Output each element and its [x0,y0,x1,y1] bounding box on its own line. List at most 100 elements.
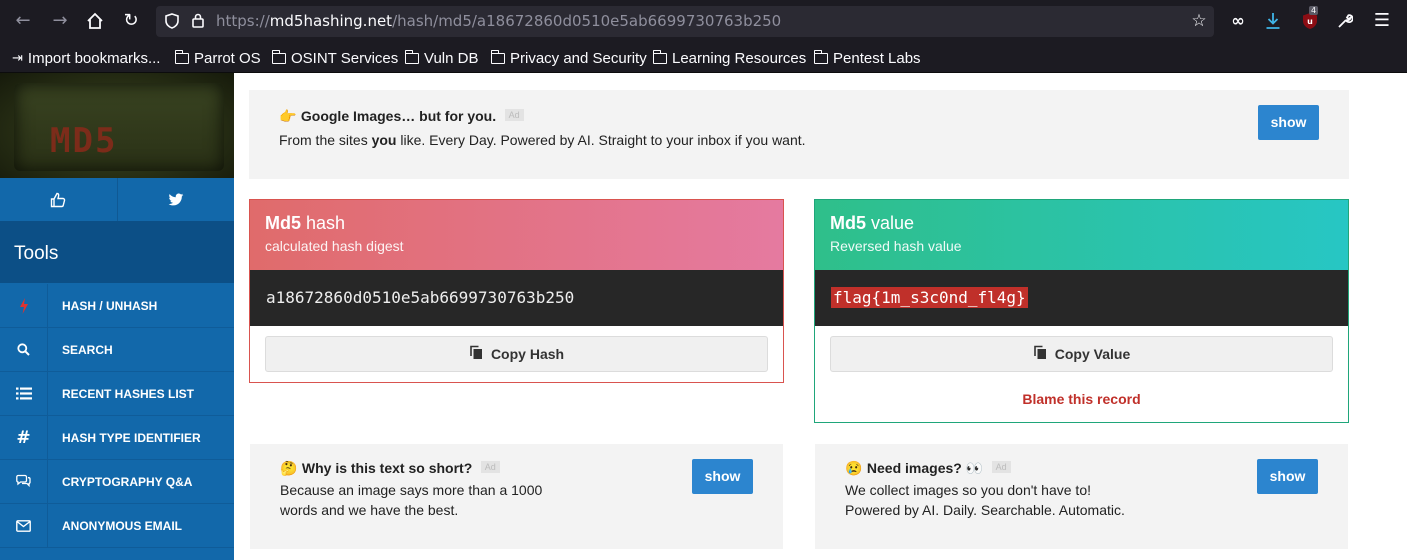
bookmarks-bar: ⇥ Import bookmarks... Parrot OS OSINT Ser… [0,42,1407,73]
value-card: Md5 value Reversed hash value flag{1m_s3… [814,199,1349,423]
search-icon [0,327,48,372]
bookmark-vuln-db[interactable]: Vuln DB [404,48,479,68]
svg-text:u: u [1307,17,1313,26]
ad-body-text: From the sites [279,132,372,148]
copy-icon [469,345,483,363]
show-button[interactable]: show [1257,459,1318,494]
reversed-value[interactable]: flag{1m_s3c0nd_fl4g} [831,287,1028,308]
bookmark-privacy-security[interactable]: Privacy and Security [490,48,647,68]
bookmark-pentest-labs[interactable]: Pentest Labs [813,48,921,68]
sidebar-item-label: ANONYMOUS EMAIL [62,518,182,533]
bookmark-label: Pentest Labs [833,49,921,67]
ad-tag: Ad [504,109,524,121]
value-card-title-bold: Md5 [830,213,866,233]
ad-heading: 👉 Google Images… but for you. Ad [279,108,524,126]
twitter-bird-icon[interactable] [118,178,235,221]
url-scheme: https:// [216,12,270,30]
ad-body: We collect images so you don't have to! … [845,480,1125,520]
lock-icon[interactable] [188,11,208,31]
bookmark-learning-resources[interactable]: Learning Resources [652,48,807,68]
logo-screen [14,83,224,171]
wrench-icon[interactable] [1332,8,1358,34]
show-button[interactable]: show [692,459,753,494]
forward-arrow-icon[interactable]: → [47,8,73,34]
private-mask-icon[interactable]: ∞ [1225,8,1251,34]
bookmark-label: Privacy and Security [510,49,647,67]
sidebar-item-anonymous-email[interactable]: ANONYMOUS EMAIL [0,503,234,548]
hamburger-menu-icon[interactable]: ☰ [1369,8,1395,34]
reversed-value-box: flag{1m_s3c0nd_fl4g} [815,270,1348,326]
copy-hash-button[interactable]: Copy Hash [265,336,768,372]
hash-card-title: hash [301,213,346,233]
url-host: md5hashing.net [269,12,393,30]
ad-body-line: words and we have the best. [280,502,459,518]
ad-tag: Ad [991,461,1011,473]
folder-icon [652,49,667,64]
bookmark-parrot-os[interactable]: Parrot OS [174,48,261,68]
sidebar-nav: HASH / UNHASH SEARCH RECENT HASHES LIST … [0,283,234,548]
site-logo[interactable]: MD5 [0,73,234,178]
ad-banner-right: 😢 Need images? 👀 Ad We collect images so… [815,444,1348,549]
hash-value-box: a18672860d0510e5ab6699730763b250 [250,270,783,326]
browser-toolbar: ← → ↻ https://md5hashing.net/hash/md5/a1… [0,0,1407,42]
bookmark-label: Vuln DB [424,49,479,67]
home-icon[interactable] [82,8,108,34]
ad-body: From the sites you like. Every Day. Powe… [279,130,806,150]
blame-record-link[interactable]: Blame this record [815,391,1348,407]
bookmark-osint-services[interactable]: OSINT Services [271,48,399,68]
sidebar-item-recent-hashes[interactable]: RECENT HASHES LIST [0,371,234,416]
url-text[interactable]: https://md5hashing.net/hash/md5/a1867286… [216,12,781,30]
ad-tag: Ad [480,461,500,473]
shield-icon[interactable] [162,11,182,31]
ad-body-bold: you [371,132,397,148]
ad-body-text: like. Every Day. Powered by AI. Straight… [396,132,806,148]
download-icon[interactable] [1260,8,1286,34]
copy-value-button[interactable]: Copy Value [830,336,1333,372]
lightning-icon [0,283,48,328]
sidebar-item-search[interactable]: SEARCH [0,327,234,372]
ad-banner-left: 🤔 Why is this text so short? Ad Because … [250,444,783,549]
ad-title: Need images? 👀 [866,460,984,476]
sidebar-item-hash-unhash[interactable]: HASH / UNHASH [0,283,234,328]
hash-card-header: Md5 hash calculated hash digest [250,200,783,270]
bookmark-label: Parrot OS [194,49,261,67]
show-button[interactable]: show [1258,105,1319,140]
back-arrow-icon[interactable]: ← [10,8,36,34]
value-card-title: value [866,213,915,233]
sidebar: MD5 Tools HASH / UNHASH SEARCH RECENT HA [0,73,234,560]
bookmark-label: OSINT Services [291,49,399,67]
folder-icon [404,49,419,64]
tools-heading: Tools [0,221,234,283]
extension-badge: 4 [1309,6,1319,15]
ad-title: Google Images… but for you. [300,108,497,124]
chat-icon [0,459,48,504]
ad-emoji: 👉 [279,108,297,124]
bookmark-label: Learning Resources [672,49,807,67]
list-icon [0,371,48,416]
copy-hash-label: Copy Hash [490,346,565,362]
bookmark-star-icon[interactable]: ☆ [1189,11,1209,31]
ad-banner-top: 👉 Google Images… but for you. Ad From th… [249,90,1349,179]
sidebar-item-hash-type-identifier[interactable]: # HASH TYPE IDENTIFIER [0,415,234,460]
hash-card-subtitle: calculated hash digest [265,238,404,254]
bookmark-import[interactable]: ⇥ Import bookmarks... [12,48,160,68]
like-thumbs-up-icon[interactable] [0,178,118,221]
hash-value[interactable]: a18672860d0510e5ab6699730763b250 [266,288,574,307]
ad-emoji: 🤔 [280,460,298,476]
sidebar-item-label: RECENT HASHES LIST [62,386,195,401]
sidebar-item-label: HASH / UNHASH [62,298,158,313]
social-bar [0,178,234,221]
hashtag-icon: # [0,415,48,460]
ad-body: Because an image says more than a 1000 w… [280,480,542,520]
reload-icon[interactable]: ↻ [118,8,144,34]
url-bar[interactable]: https://md5hashing.net/hash/md5/a1867286… [156,6,1214,37]
ad-title: Why is this text so short? [301,460,473,476]
sidebar-item-label: SEARCH [62,342,113,357]
envelope-icon [0,503,48,548]
ad-body-line: We collect images so you don't have to! [845,482,1091,498]
logo-text: MD5 [50,121,118,161]
ad-body-line: Powered by AI. Daily. Searchable. Automa… [845,502,1125,518]
value-card-header: Md5 value Reversed hash value [815,200,1348,270]
sidebar-item-cryptography-qa[interactable]: CRYPTOGRAPHY Q&A [0,459,234,504]
ad-heading: 🤔 Why is this text so short? Ad [280,460,500,478]
